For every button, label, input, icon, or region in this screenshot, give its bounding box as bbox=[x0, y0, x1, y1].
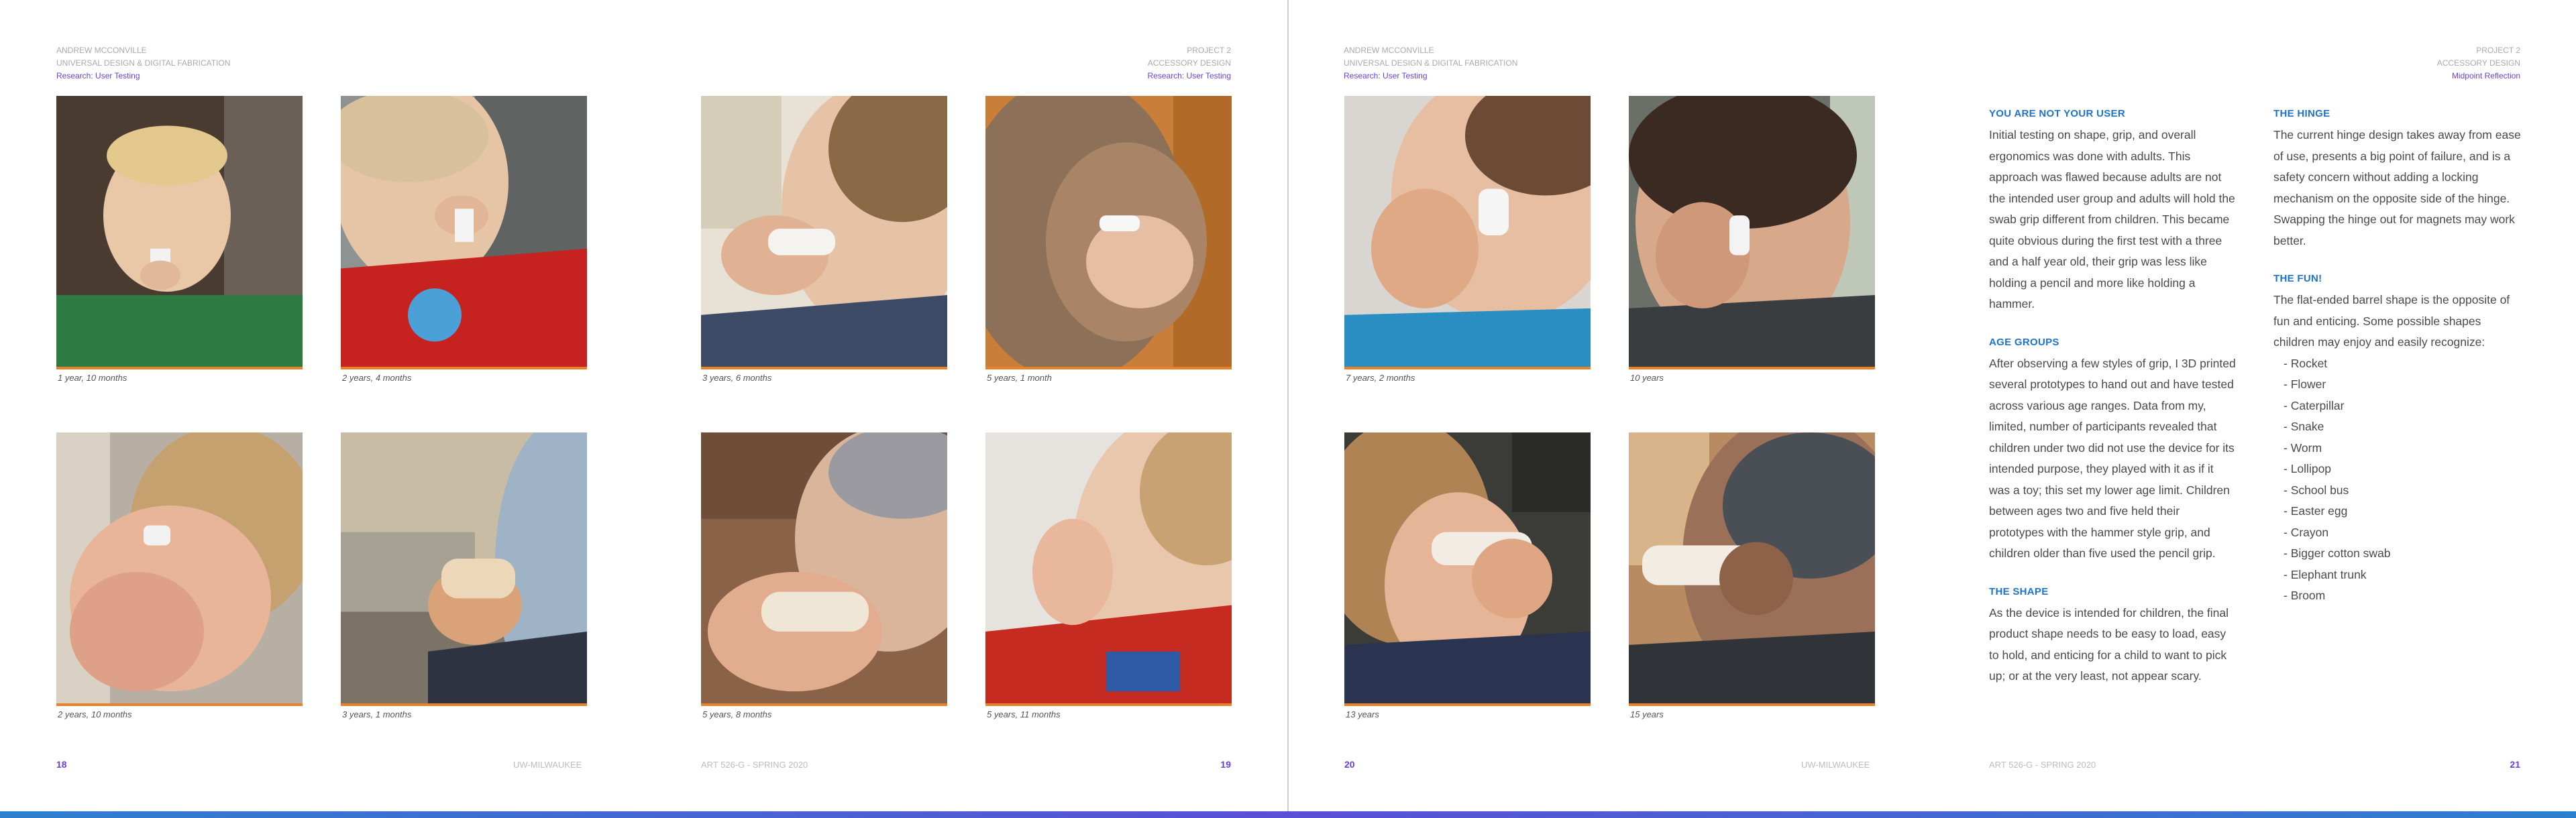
list-item: Elephant trunk bbox=[2284, 565, 2522, 586]
photo-caption: 5 years, 1 month bbox=[987, 373, 1052, 383]
left-spread: ANDREW MCCONVILLE UNIVERSAL DESIGN & DIG… bbox=[0, 0, 1287, 818]
list-item: Snake bbox=[2284, 416, 2522, 438]
section-heading: YOU ARE NOT YOUR USER bbox=[1989, 108, 2125, 119]
list-item: Lollipop bbox=[2284, 459, 2522, 480]
photo-teen bbox=[1629, 432, 1875, 706]
list-item: Worm bbox=[2284, 438, 2522, 459]
text-column-1: YOU ARE NOT YOUR USER Initial testing on… bbox=[1989, 108, 2237, 709]
list-item: Broom bbox=[2284, 585, 2522, 607]
project-title: ACCESSORY DESIGN bbox=[1147, 58, 1231, 68]
photo-caption: 3 years, 1 months bbox=[342, 709, 412, 719]
course-name: UNIVERSAL DESIGN & DIGITAL FABRICATION bbox=[1344, 58, 1518, 68]
section-heading: THE HINGE bbox=[2273, 108, 2330, 119]
text-column-2: THE HINGE The current hinge design takes… bbox=[2273, 108, 2522, 607]
photo-caption: 2 years, 4 months bbox=[342, 373, 412, 383]
photo-child-red bbox=[341, 96, 587, 369]
header-right: PROJECT 2 ACCESSORY DESIGN Midpoint Refl… bbox=[2437, 44, 2520, 82]
section-label: Midpoint Reflection bbox=[2451, 71, 2520, 80]
section-heading: THE FUN! bbox=[2273, 273, 2322, 284]
bottom-gradient-bar bbox=[0, 811, 2576, 818]
author-name: ANDREW MCCONVILLE bbox=[56, 46, 147, 55]
project-label: PROJECT 2 bbox=[1187, 46, 1231, 55]
list-item: Rocket bbox=[2284, 353, 2522, 375]
list-item: Caterpillar bbox=[2284, 396, 2522, 417]
section-label: Research: User Testing bbox=[1147, 71, 1232, 80]
photo-child-red-shirt bbox=[985, 432, 1232, 706]
header-left: ANDREW MCCONVILLE UNIVERSAL DESIGN & DIG… bbox=[1344, 44, 1517, 82]
section-body: The current hinge design takes away from… bbox=[2273, 128, 2521, 247]
section-body: As the device is intended for children, … bbox=[1989, 605, 2229, 683]
footer-course: ART 526-G - SPRING 2020 bbox=[1989, 760, 2096, 770]
photo-caption: 5 years, 11 months bbox=[987, 709, 1061, 719]
photo-child-hands bbox=[56, 432, 303, 706]
photo-child-blinds bbox=[985, 96, 1232, 369]
photo-caption: 13 years bbox=[1346, 709, 1379, 719]
photo-toddler-green bbox=[56, 96, 303, 369]
page-number: 20 bbox=[1344, 759, 1355, 770]
photo-caption: 15 years bbox=[1630, 709, 1664, 719]
page-number: 21 bbox=[2510, 759, 2520, 770]
author-name: ANDREW MCCONVILLE bbox=[1344, 46, 1434, 55]
photo-child-chalkboard bbox=[1344, 432, 1591, 706]
list-item: Bigger cotton swab bbox=[2284, 543, 2522, 565]
header-right: PROJECT 2 ACCESSORY DESIGN Research: Use… bbox=[1148, 44, 1232, 82]
photo-caption: 5 years, 8 months bbox=[702, 709, 772, 719]
photo-child-couch bbox=[701, 432, 947, 706]
photo-child-kitchen bbox=[701, 96, 947, 369]
right-spread: ANDREW MCCONVILLE UNIVERSAL DESIGN & DIG… bbox=[1289, 0, 2576, 818]
section-body: The flat-ended barrel shape is the oppos… bbox=[2273, 293, 2510, 349]
section-label: Research: User Testing bbox=[56, 71, 140, 80]
section-body: After observing a few styles of grip, I … bbox=[1989, 356, 2236, 561]
list-item: School bus bbox=[2284, 480, 2522, 502]
photo-caption: 3 years, 6 months bbox=[702, 373, 772, 383]
section-heading: AGE GROUPS bbox=[1989, 336, 2059, 348]
footer-school: UW-MILWAUKEE bbox=[513, 760, 582, 770]
course-name: UNIVERSAL DESIGN & DIGITAL FABRICATION bbox=[56, 58, 231, 68]
list-item: Crayon bbox=[2284, 522, 2522, 544]
project-title: ACCESSORY DESIGN bbox=[2436, 58, 2520, 68]
photo-caption: 7 years, 2 months bbox=[1346, 373, 1415, 383]
page-number: 18 bbox=[56, 759, 67, 770]
page-number: 19 bbox=[1220, 759, 1231, 770]
photo-child-dining bbox=[341, 432, 587, 706]
footer-school: UW-MILWAUKEE bbox=[1801, 760, 1870, 770]
photo-caption: 10 years bbox=[1630, 373, 1664, 383]
photo-caption: 1 year, 10 months bbox=[58, 373, 127, 383]
header-left: ANDREW MCCONVILLE UNIVERSAL DESIGN & DIG… bbox=[56, 44, 230, 82]
section-body: Initial testing on shape, grip, and over… bbox=[1989, 128, 2235, 310]
list-item: Easter egg bbox=[2284, 501, 2522, 522]
footer-course: ART 526-G - SPRING 2020 bbox=[701, 760, 808, 770]
project-label: PROJECT 2 bbox=[2476, 46, 2520, 55]
shape-list: Rocket Flower Caterpillar Snake Worm Lol… bbox=[2273, 353, 2522, 607]
section-label: Research: User Testing bbox=[1344, 71, 1428, 80]
list-item: Flower bbox=[2284, 374, 2522, 396]
section-heading: THE SHAPE bbox=[1989, 585, 2049, 597]
photo-child-dark-hair bbox=[1629, 96, 1875, 369]
photo-caption: 2 years, 10 months bbox=[58, 709, 132, 719]
photo-child-blue-shirt bbox=[1344, 96, 1591, 369]
